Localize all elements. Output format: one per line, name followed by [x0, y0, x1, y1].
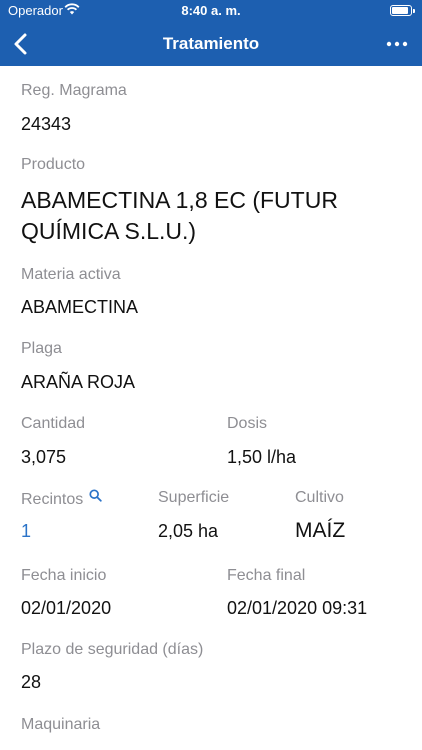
recintos-value-link[interactable]: 1: [21, 521, 31, 542]
cultivo-label: Cultivo: [295, 489, 344, 506]
fecha-final-label: Fecha final: [227, 567, 306, 584]
fecha-inicio-label: Fecha inicio: [21, 567, 107, 584]
plaga-label: Plaga: [21, 340, 62, 357]
plazo-seguridad-label: Plazo de seguridad (días): [21, 641, 204, 658]
plaga-value: ARAÑA ROJA: [21, 372, 136, 392]
fecha-final-value: 02/01/2020 09:31: [227, 598, 368, 618]
materia-activa-label: Materia activa: [21, 266, 121, 283]
status-time: 8:40 a. m.: [181, 3, 241, 18]
plazo-seguridad-value: 28: [21, 672, 42, 692]
page-title: Tratamiento: [162, 34, 260, 53]
recintos-label-text: Recintos: [21, 491, 84, 508]
navigation-bar: Tratamiento: [0, 22, 422, 66]
materia-activa-value: ABAMECTINA: [21, 297, 139, 317]
superficie-value: 2,05 ha: [158, 521, 219, 541]
dosis-value: 1,50 l/ha: [227, 447, 297, 467]
dosis-label: Dosis: [227, 415, 268, 432]
producto-value-line1: ABAMECTINA 1,8 EC (FUTUR: [21, 187, 338, 213]
maquinaria-label: Maquinaria: [21, 716, 101, 733]
reg-magrama-value: 24343: [21, 114, 72, 134]
recintos-label[interactable]: Recintos: [21, 489, 102, 509]
status-bar: Operador 8:40 a. m.: [0, 0, 422, 22]
reg-magrama-label: Reg. Magrama: [21, 82, 127, 99]
battery-icon: [390, 5, 415, 16]
producto-label: Producto: [21, 156, 86, 173]
more-horizontal-icon[interactable]: [386, 34, 408, 54]
treatment-details: Reg. Magrama 24343 Producto ABAMECTINA 1…: [0, 66, 422, 750]
cantidad-label: Cantidad: [21, 415, 86, 432]
producto-value-line2: QUÍMICA S.L.U.): [21, 218, 197, 244]
cultivo-value: MAÍZ: [295, 519, 346, 542]
search-icon[interactable]: [89, 489, 102, 502]
cantidad-value: 3,075: [21, 447, 67, 467]
superficie-label: Superficie: [158, 489, 230, 506]
fecha-inicio-value: 02/01/2020: [21, 598, 112, 618]
